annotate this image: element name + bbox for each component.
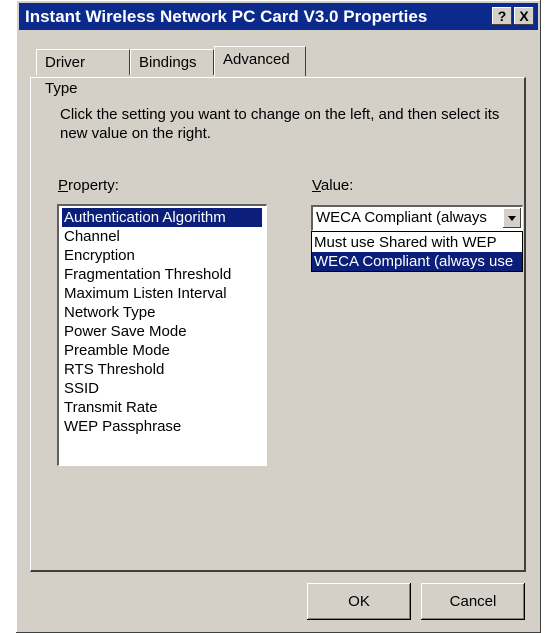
property-label-text: roperty: <box>68 177 119 194</box>
value-option[interactable]: Must use Shared with WEP <box>312 233 522 252</box>
tab-advanced[interactable]: Advanced <box>214 46 306 76</box>
title-bar[interactable]: Instant Wireless Network PC Card V3.0 Pr… <box>19 3 538 30</box>
properties-dialog: Instant Wireless Network PC Card V3.0 Pr… <box>16 0 541 633</box>
property-item[interactable]: Transmit Rate <box>62 398 160 417</box>
window-title: Instant Wireless Network PC Card V3.0 Pr… <box>25 7 428 26</box>
value-dropdown-list[interactable]: Must use Shared with WEP WECA Compliant … <box>311 231 523 272</box>
value-option[interactable]: WECA Compliant (always use <box>312 252 522 271</box>
help-button[interactable]: ? <box>492 7 512 25</box>
property-accel: P <box>58 177 69 194</box>
tab-bindings[interactable]: Bindings <box>130 49 214 75</box>
property-item[interactable]: Network Type <box>62 303 157 322</box>
property-item[interactable]: Fragmentation Threshold <box>62 265 233 284</box>
value-accel: V <box>312 177 321 194</box>
property-item[interactable]: Encryption <box>62 246 137 265</box>
instructions-text: Click the setting you want to change on … <box>60 106 500 142</box>
ok-button[interactable]: OK <box>307 583 411 620</box>
close-button[interactable]: X <box>514 7 534 25</box>
property-label: Property: <box>58 177 119 194</box>
cancel-button[interactable]: Cancel <box>421 583 525 620</box>
chevron-down-icon[interactable] <box>503 208 521 228</box>
property-item[interactable]: Power Save Mode <box>62 322 189 341</box>
value-current: WECA Compliant (always <box>316 209 487 226</box>
property-item[interactable]: Authentication Algorithm <box>62 208 262 227</box>
property-item[interactable]: RTS Threshold <box>62 360 166 379</box>
value-combobox[interactable]: WECA Compliant (always <box>311 205 523 231</box>
tab-driver-type[interactable]: Driver Type <box>36 49 130 97</box>
property-item[interactable]: SSID <box>62 379 101 398</box>
value-label-text: alue: <box>320 177 354 194</box>
property-item[interactable]: Channel <box>62 227 122 246</box>
value-label: Value: <box>312 177 353 194</box>
property-item[interactable]: Preamble Mode <box>62 341 172 360</box>
property-listbox[interactable]: Authentication Algorithm Channel Encrypt… <box>57 204 267 466</box>
property-item[interactable]: Maximum Listen Interval <box>62 284 229 303</box>
property-item[interactable]: WEP Passphrase <box>62 417 183 436</box>
